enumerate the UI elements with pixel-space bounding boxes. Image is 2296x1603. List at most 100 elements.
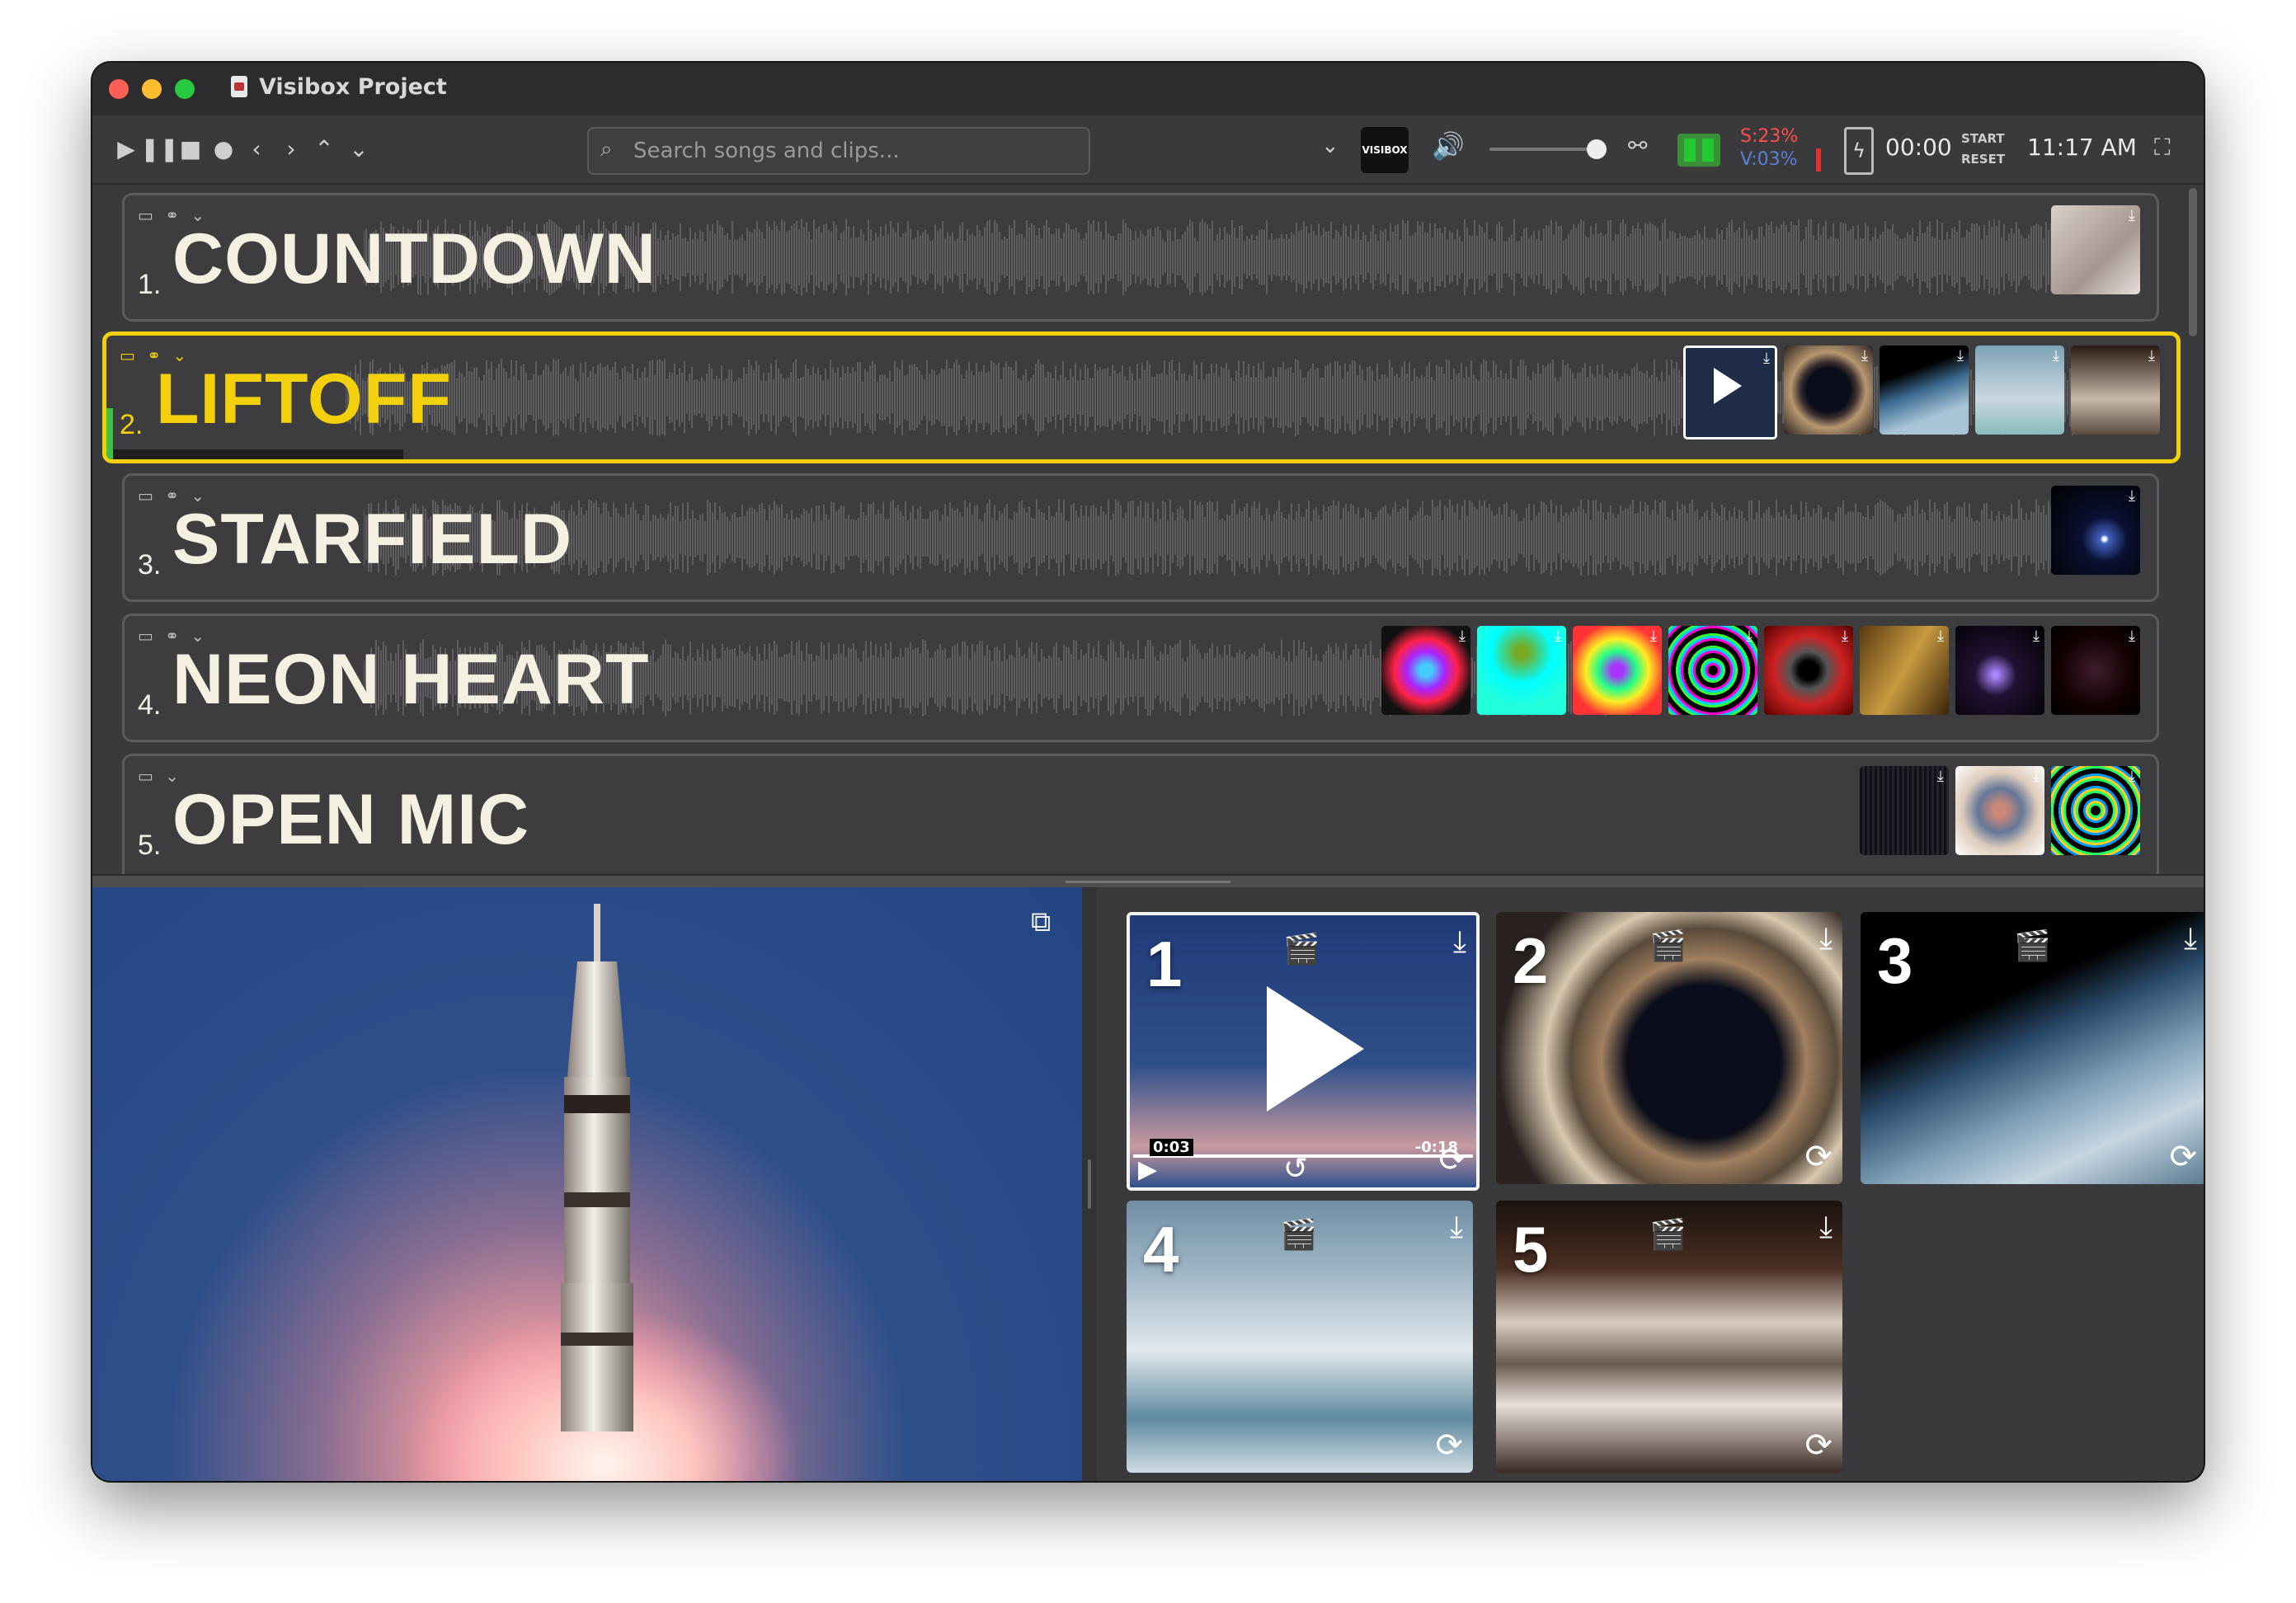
loop-icon[interactable]: ⟳ [1435, 1427, 1463, 1464]
power-icon: ϟ [1844, 127, 1874, 175]
volume-icon[interactable]: 🔊 [1432, 130, 1465, 162]
loop-icon[interactable]: ⟳ [1804, 1427, 1833, 1464]
download-icon[interactable]: ⤓ [1650, 628, 1657, 645]
search-input[interactable] [632, 135, 1080, 167]
download-icon[interactable]: ⤓ [2033, 628, 2040, 645]
clapperboard-icon[interactable]: 🎬 [1649, 928, 1687, 963]
clip-tile[interactable]: 4 🎬 ⤓ ⟳ [1127, 1201, 1473, 1473]
clip-thumbnail[interactable]: ⤓ [1668, 626, 1757, 715]
download-icon[interactable]: ⤓ [1453, 925, 1466, 960]
clip-thumbnail[interactable]: ⤓ [1381, 626, 1470, 715]
download-icon[interactable]: ⤓ [1450, 1210, 1463, 1245]
clip-thumbnail[interactable]: ⤓ [1860, 766, 1949, 855]
clip-thumbnail[interactable]: ⤓ [2051, 626, 2140, 715]
vertical-split-handle[interactable] [1082, 887, 1097, 1481]
song-title: STARFIELD [172, 500, 573, 579]
download-icon[interactable]: ⤓ [1746, 628, 1753, 645]
clip-tile[interactable]: 3 🎬 ⤓ ⟳ [1861, 912, 2204, 1184]
clip-thumbnail[interactable]: ⤓ [2051, 766, 2140, 855]
clapperboard-icon[interactable]: 🎬 [1649, 1217, 1687, 1252]
move-up-button[interactable]: ⌃ [307, 132, 341, 167]
download-icon[interactable]: ⤓ [1957, 347, 1964, 364]
visibox-logo[interactable]: VISIBOX [1361, 127, 1409, 173]
download-icon[interactable]: ⤓ [1819, 1210, 1833, 1245]
zoom-window-button[interactable] [175, 79, 195, 99]
download-icon[interactable]: ⤓ [2033, 768, 2040, 785]
clip-thumbnail[interactable]: ⤓ [1955, 626, 2044, 715]
clip-thumbnail[interactable]: ⤓ [1764, 626, 1853, 715]
song-row[interactable]: ▭ ⚭ ⌄ 4. NEON HEART ⤓ ⤓ ⤓ ⤓ ⤓ ⤓ ⤓ ⤓ [122, 613, 2159, 742]
pause-button[interactable]: ❚❚ [140, 132, 179, 167]
output-meter [1677, 134, 1720, 167]
restart-icon[interactable]: ↺ [1283, 1152, 1308, 1186]
previous-button[interactable]: ‹ [239, 132, 274, 167]
clip-thumbnail[interactable]: ⤓ [1955, 766, 2044, 855]
minimize-window-button[interactable] [142, 79, 162, 99]
download-icon[interactable]: ⤓ [1819, 922, 1833, 957]
waveform [364, 499, 2111, 576]
song-row[interactable]: ▭ ⌄ 5. OPEN MIC ⤓ ⤓ ⤓ [122, 754, 2159, 874]
stop-button[interactable]: ■ [173, 132, 208, 167]
output-dropdown-chevron-icon[interactable]: ⌄ [1321, 134, 1339, 158]
download-icon[interactable]: ⤓ [2129, 207, 2135, 224]
download-icon[interactable]: ⤓ [1842, 628, 1848, 645]
move-down-button[interactable]: ⌄ [341, 132, 376, 167]
clip-number: 2 [1513, 924, 1549, 997]
window-title: Visibox Project [259, 74, 447, 100]
download-icon[interactable]: ⤓ [2184, 922, 2197, 957]
fullscreen-icon[interactable]: ⛶ [2154, 134, 2171, 162]
loop-icon[interactable]: ⟳ [1438, 1141, 1466, 1179]
download-icon[interactable]: ⤓ [2148, 347, 2155, 364]
loop-icon[interactable]: ⟳ [1804, 1138, 1833, 1176]
download-icon[interactable]: ⤓ [2129, 628, 2135, 645]
clip-tile[interactable]: 5 🎬 ⤓ ⟳ [1496, 1201, 1842, 1473]
clip-thumbnail[interactable]: ⤓ [1784, 346, 1873, 435]
download-icon[interactable]: ⤓ [1555, 628, 1561, 645]
volume-slider[interactable] [1489, 148, 1597, 151]
link-icon[interactable]: ⚯ [1628, 132, 1647, 159]
timer-display: 00:00 [1885, 134, 1952, 161]
clip-thumbnail[interactable]: ⤓ [1975, 346, 2064, 435]
play-button[interactable]: ▶ [109, 132, 144, 167]
clip-thumbnail[interactable]: ⤓ [1683, 346, 1777, 440]
clip-thumbnail[interactable]: ⤓ [2071, 346, 2160, 435]
record-button[interactable]: ● [206, 132, 241, 167]
timer-start-button[interactable]: START [1961, 129, 2005, 149]
download-icon[interactable]: ⤓ [2053, 347, 2059, 364]
play-icon[interactable] [1267, 986, 1364, 1112]
clip-number: 3 [1877, 924, 1913, 997]
search-icon: ⌕ [600, 137, 613, 162]
download-icon[interactable]: ⤓ [2129, 487, 2135, 505]
download-icon[interactable]: ⤓ [2129, 768, 2135, 785]
download-icon[interactable]: ⤓ [1937, 768, 1944, 785]
loop-icon[interactable]: ⟳ [2169, 1138, 2197, 1176]
song-title: OPEN MIC [172, 780, 530, 859]
download-icon[interactable]: ⤓ [1763, 350, 1770, 367]
clip-tile[interactable]: 1 🎬 ⤓ 0:03 -0:18 ▶ ↺ ⟳ [1127, 912, 1480, 1191]
song-row[interactable]: ▭ ⚭ ⌄ 2. LIFTOFF ⤓ ⤓ ⤓ ⤓ ⤓ [102, 331, 2181, 463]
clip-thumbnail[interactable]: ⤓ [1860, 626, 1949, 715]
clapperboard-icon[interactable]: 🎬 [1280, 1217, 1317, 1252]
close-window-button[interactable] [109, 79, 129, 99]
clapperboard-icon[interactable]: 🎬 [2014, 928, 2051, 963]
clip-thumbnail[interactable]: ⤓ [2051, 205, 2140, 294]
song-row[interactable]: ▭ ⚭ ⌄ 1. COUNTDOWN ⤓ [122, 193, 2159, 322]
clip-thumbnail[interactable]: ⤓ [1477, 626, 1566, 715]
clip-number: 4 [1143, 1213, 1179, 1286]
song-row[interactable]: ▭ ⚭ ⌄ 3. STARFIELD ⤓ [122, 473, 2159, 602]
download-icon[interactable]: ⤓ [1937, 628, 1944, 645]
search-box[interactable]: ⌕ [587, 127, 1090, 175]
song-list-scrollbar[interactable] [2189, 188, 2197, 336]
volume-slider-knob[interactable] [1587, 139, 1607, 159]
clip-thumbnail[interactable]: ⤓ [2051, 486, 2140, 575]
clip-thumbnail[interactable]: ⤓ [1573, 626, 1662, 715]
clip-tile[interactable]: 2 🎬 ⤓ ⟳ [1496, 912, 1842, 1184]
clip-thumbnail[interactable]: ⤓ [1880, 346, 1969, 435]
next-button[interactable]: › [274, 132, 308, 167]
download-icon[interactable]: ⤓ [1459, 628, 1466, 645]
timer-reset-button[interactable]: RESET [1961, 149, 2005, 170]
download-icon[interactable]: ⤓ [1861, 347, 1868, 364]
mini-play-icon[interactable]: ▶ [1138, 1155, 1157, 1184]
popout-icon[interactable]: ⧉ [1031, 905, 1051, 938]
clapperboard-icon[interactable]: 🎬 [1283, 932, 1320, 966]
